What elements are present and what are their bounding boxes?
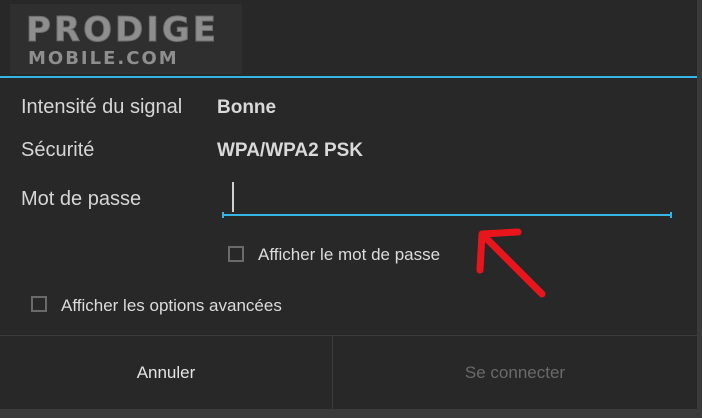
dialog-button-bar: Annuler Se connecter — [0, 335, 697, 409]
bottom-edge — [0, 409, 702, 418]
signal-value: Bonne — [217, 97, 277, 118]
text-caret — [232, 182, 234, 212]
cancel-button[interactable]: Annuler — [0, 336, 332, 409]
password-input[interactable] — [222, 178, 672, 216]
right-edge — [697, 0, 702, 418]
dialog-title-area: PRODIGE MOBILE.COM — [0, 0, 697, 76]
advanced-options-checkbox[interactable] — [31, 296, 47, 312]
watermark-line1: PRODIGE — [25, 10, 220, 51]
show-password-label[interactable]: Afficher le mot de passe — [258, 245, 440, 265]
annotation-arrow-icon — [476, 228, 546, 298]
watermark-logo: PRODIGE MOBILE.COM — [10, 4, 242, 74]
connect-button[interactable]: Se connecter — [333, 336, 697, 409]
title-divider — [0, 76, 697, 78]
security-value: WPA/WPA2 PSK — [217, 140, 364, 161]
security-label: Sécurité — [21, 139, 95, 161]
signal-label: Intensité du signal — [21, 96, 183, 118]
password-label: Mot de passe — [21, 188, 142, 210]
show-password-checkbox[interactable] — [228, 246, 244, 262]
input-left-tick — [222, 212, 224, 218]
input-right-tick — [670, 212, 672, 218]
wifi-connect-dialog: PRODIGE MOBILE.COM Intensité du signal B… — [0, 0, 697, 409]
watermark-line2: MOBILE.COM — [28, 48, 179, 69]
screenshot-frame: PRODIGE MOBILE.COM Intensité du signal B… — [0, 0, 702, 418]
advanced-options-label[interactable]: Afficher les options avancées — [61, 296, 282, 316]
